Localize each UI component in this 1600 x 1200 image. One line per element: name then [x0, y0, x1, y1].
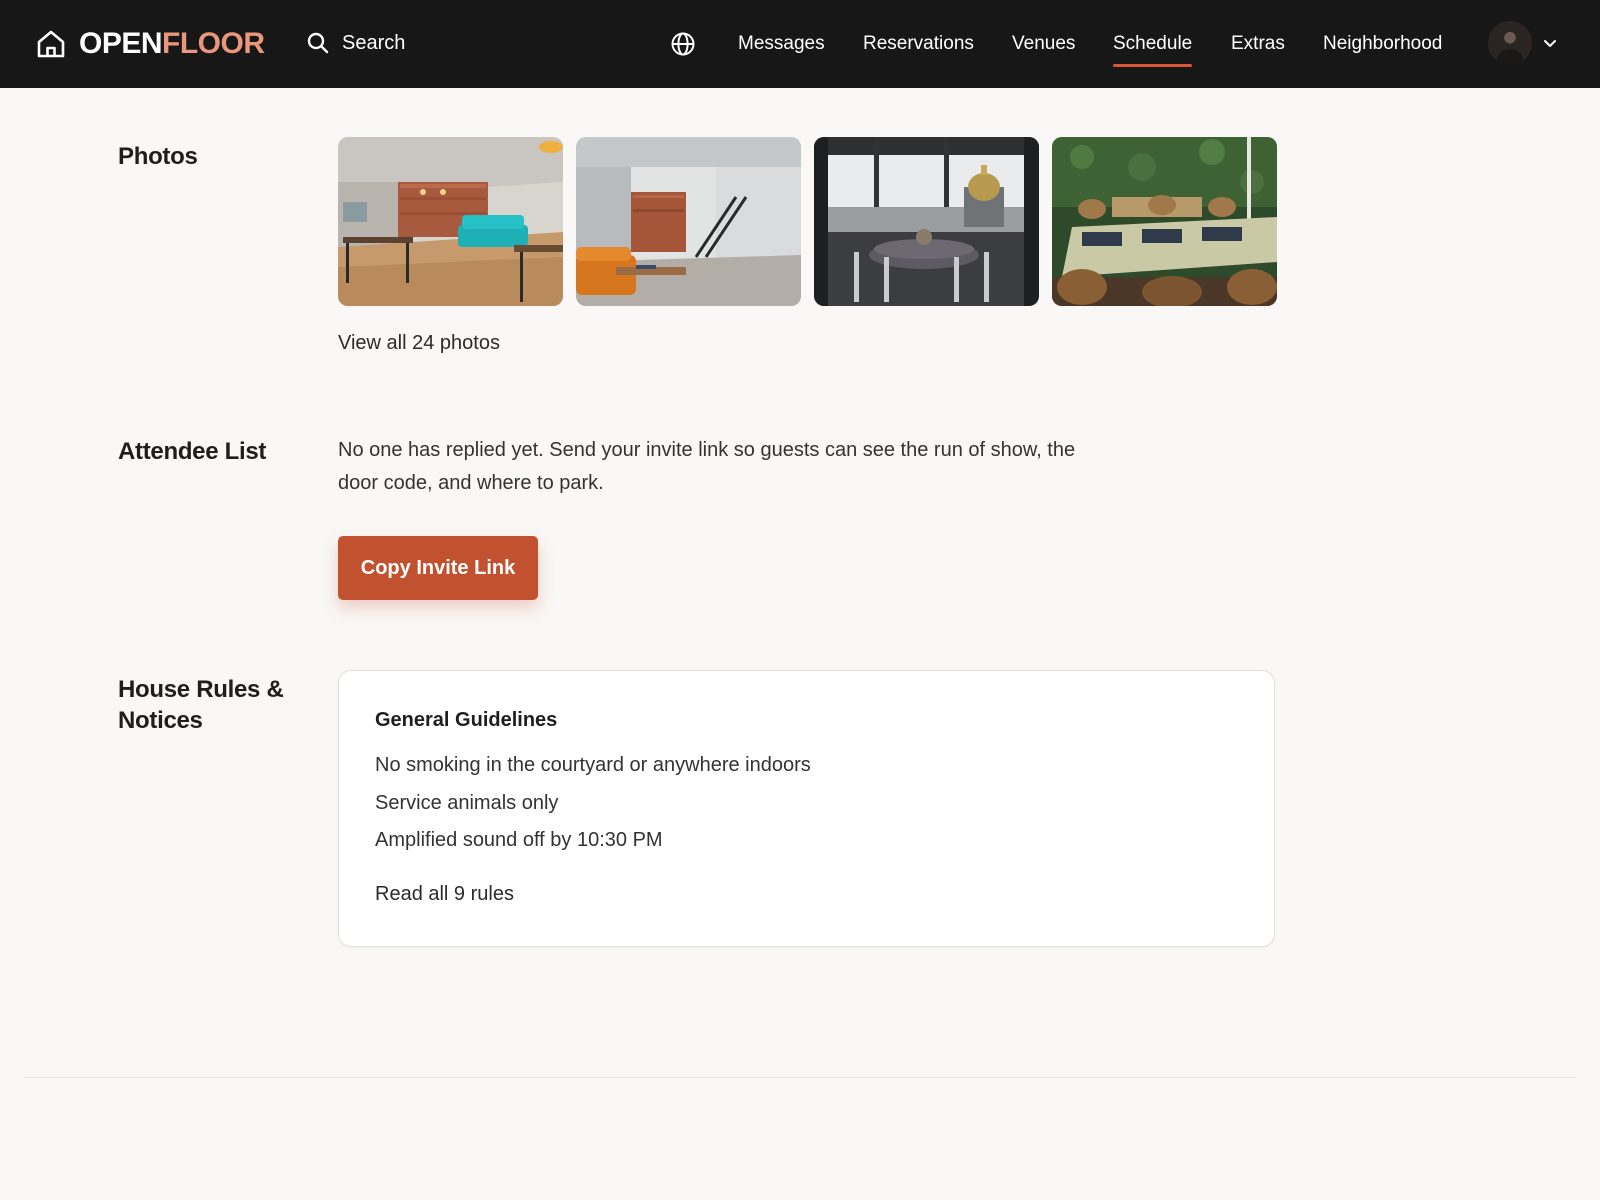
footer-divider: [24, 1077, 1576, 1078]
gray-loft-photo-image: [576, 137, 801, 306]
house-rules-title-line2: Notices: [118, 707, 203, 734]
read-all-rules-link[interactable]: Read all 9 rules: [375, 880, 514, 908]
nav-item-schedule[interactable]: Schedule: [1113, 31, 1193, 67]
view-all-photos-link[interactable]: View all 24 photos: [338, 329, 500, 357]
rule-item: No smoking in the courtyard or anywhere …: [375, 754, 811, 776]
house-rules-card: General Guidelines No smoking in the cou…: [338, 670, 1275, 947]
brand-logo-link[interactable]: OPENFLOOR: [35, 27, 265, 61]
chevron-down-icon: [1544, 40, 1556, 47]
brand-wordmark-open: OPEN: [79, 27, 163, 60]
nav-item-reservations[interactable]: Reservations: [863, 31, 974, 57]
rule-item: Amplified sound off by 10:30 PM: [375, 829, 663, 851]
rule-item: Service animals only: [375, 792, 559, 814]
rooftop-photo-image: [814, 137, 1039, 306]
house-rules-section-title: House Rules & Notices: [118, 674, 284, 736]
patio-photo-image: [1052, 137, 1277, 306]
globe-icon[interactable]: [670, 31, 696, 57]
photo-thumbnail-loft[interactable]: [338, 137, 563, 306]
top-navigation-bar: OPENFLOOR Search Messages Reservations V…: [0, 0, 1600, 88]
general-guidelines-title: General Guidelines: [375, 709, 558, 731]
attendee-section-title: Attendee List: [118, 438, 267, 465]
brand-wordmark-floor: FLOOR: [162, 27, 265, 60]
house-rules-title-line1: House Rules &: [118, 676, 284, 703]
photos-section-title: Photos: [118, 143, 198, 170]
nav-item-venues[interactable]: Venues: [1012, 31, 1075, 57]
nav-item-messages[interactable]: Messages: [738, 31, 825, 57]
photo-thumbnail-patio[interactable]: [1052, 137, 1277, 306]
loft-photo-image: [338, 137, 563, 306]
brand-wordmark: OPENFLOOR: [79, 27, 265, 61]
avatar: [1488, 21, 1532, 65]
search-label: Search: [342, 32, 406, 54]
photo-thumbnail-rooftop[interactable]: [814, 137, 1039, 306]
nav-item-neighborhood[interactable]: Neighborhood: [1323, 31, 1442, 57]
copy-invite-link-button[interactable]: Copy Invite Link: [338, 536, 538, 600]
house-icon: [37, 30, 65, 58]
photo-gallery: [338, 137, 1277, 306]
search-icon: [307, 32, 329, 54]
photo-thumbnail-gray-loft[interactable]: [576, 137, 801, 306]
nav-item-extras[interactable]: Extras: [1231, 31, 1285, 57]
attendee-empty-message: No one has replied yet. Send your invite…: [338, 439, 1076, 494]
account-menu[interactable]: [1488, 21, 1558, 65]
search-trigger[interactable]: Search: [306, 28, 405, 58]
